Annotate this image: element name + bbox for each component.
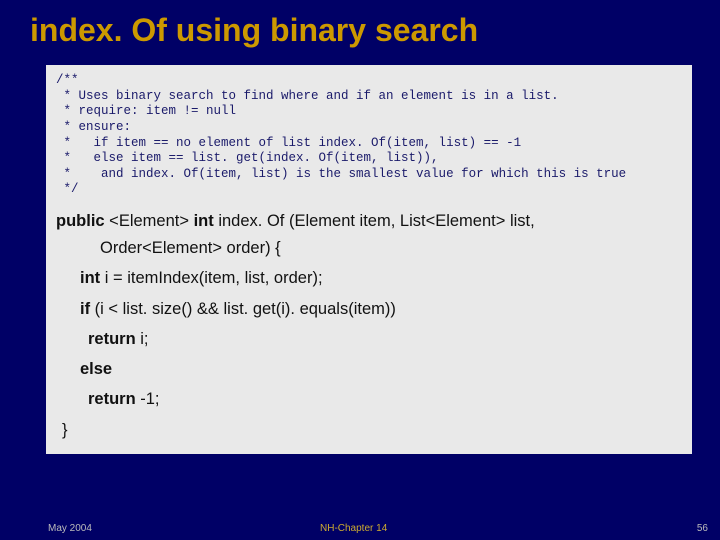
comment-line: /** (56, 73, 79, 87)
if-stmt: if (i < list. size() && list. get(i). eq… (56, 296, 682, 323)
comment-line: */ (56, 182, 79, 196)
comment-line: * ensure: (56, 120, 131, 134)
return-stmt: return -1; (56, 386, 682, 413)
method-signature: public <Element> int index. Of (Element … (56, 208, 682, 235)
if-cond: (i < list. size() && list. get(i). equal… (90, 300, 396, 318)
kw-int: int (194, 212, 214, 230)
comment-line: * else item == list. get(index. Of(item,… (56, 151, 439, 165)
sig-rest: index. Of (Element item, List<Element> l… (214, 212, 535, 230)
kw-public: public (56, 212, 105, 230)
slide-title: index. Of using binary search (0, 0, 720, 55)
var-decl: int i = itemIndex(item, list, order); (56, 265, 682, 292)
comment-line: * require: item != null (56, 104, 236, 118)
footer-date: May 2004 (48, 523, 92, 534)
return-expr: i; (136, 330, 149, 348)
method-signature-cont: Order<Element> order) { (56, 235, 682, 262)
comment-line: * Uses binary search to find where and i… (56, 89, 559, 103)
comment-line: * and index. Of(item, list) is the small… (56, 167, 626, 181)
assign-expr: i = itemIndex(item, list, order); (100, 269, 322, 287)
method-body: public <Element> int index. Of (Element … (56, 208, 682, 444)
return-stmt: return i; (56, 326, 682, 353)
footer-chapter: NH-Chapter 14 (320, 523, 387, 534)
footer-page: 56 (697, 523, 708, 534)
return-expr: -1; (136, 390, 160, 408)
comment-line: * if item == no element of list index. O… (56, 136, 521, 150)
javadoc-comment: /** * Uses binary search to find where a… (56, 73, 682, 198)
kw-if: if (80, 300, 90, 318)
code-panel: /** * Uses binary search to find where a… (46, 65, 692, 454)
kw-return: return (88, 330, 136, 348)
close-brace: } (56, 417, 682, 444)
kw-return: return (88, 390, 136, 408)
kw-else: else (80, 360, 112, 378)
generic-param: <Element> (105, 212, 194, 230)
kw-int: int (80, 269, 100, 287)
else-stmt: else (56, 356, 682, 383)
